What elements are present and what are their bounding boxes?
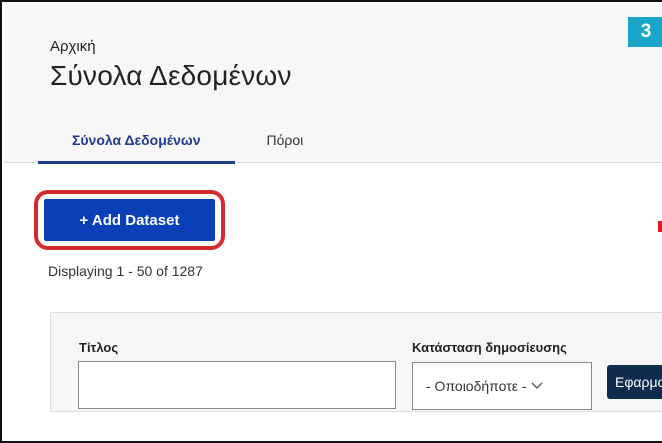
- title-filter-label: Τίτλος: [79, 340, 119, 355]
- step-number-badge: 3: [628, 17, 662, 47]
- tab-bar: Σύνολα Δεδομένων Πόροι: [38, 120, 349, 164]
- add-dataset-button[interactable]: + Add Dataset: [44, 199, 215, 241]
- tab-resources[interactable]: Πόροι: [235, 120, 350, 164]
- app-window: Αρχική Σύνολα Δεδομένων Σύνολα Δεδομένων…: [0, 0, 662, 443]
- chevron-down-icon: [531, 382, 543, 390]
- filter-panel: Τίτλος Κατάσταση δημοσίευσης - Οποιοδήπο…: [50, 312, 662, 412]
- apply-filters-button[interactable]: Εφαρμογή: [607, 365, 662, 399]
- status-selected-value: - Οποιοδήποτε -: [426, 378, 527, 394]
- tab-datasets[interactable]: Σύνολα Δεδομένων: [38, 120, 235, 164]
- title-filter-input[interactable]: [78, 361, 396, 409]
- status-filter-label: Κατάσταση δημοσίευσης: [412, 340, 567, 355]
- status-filter-select[interactable]: - Οποιοδήποτε -: [412, 362, 592, 410]
- results-count: Displaying 1 - 50 of 1287: [48, 263, 203, 279]
- highlight-ring: + Add Dataset: [34, 190, 225, 250]
- breadcrumb[interactable]: Αρχική: [50, 38, 96, 55]
- page-header: Αρχική Σύνολα Δεδομένων Σύνολα Δεδομένων…: [4, 4, 662, 164]
- annotation-marker: [658, 221, 662, 232]
- page-title: Σύνολα Δεδομένων: [50, 60, 292, 91]
